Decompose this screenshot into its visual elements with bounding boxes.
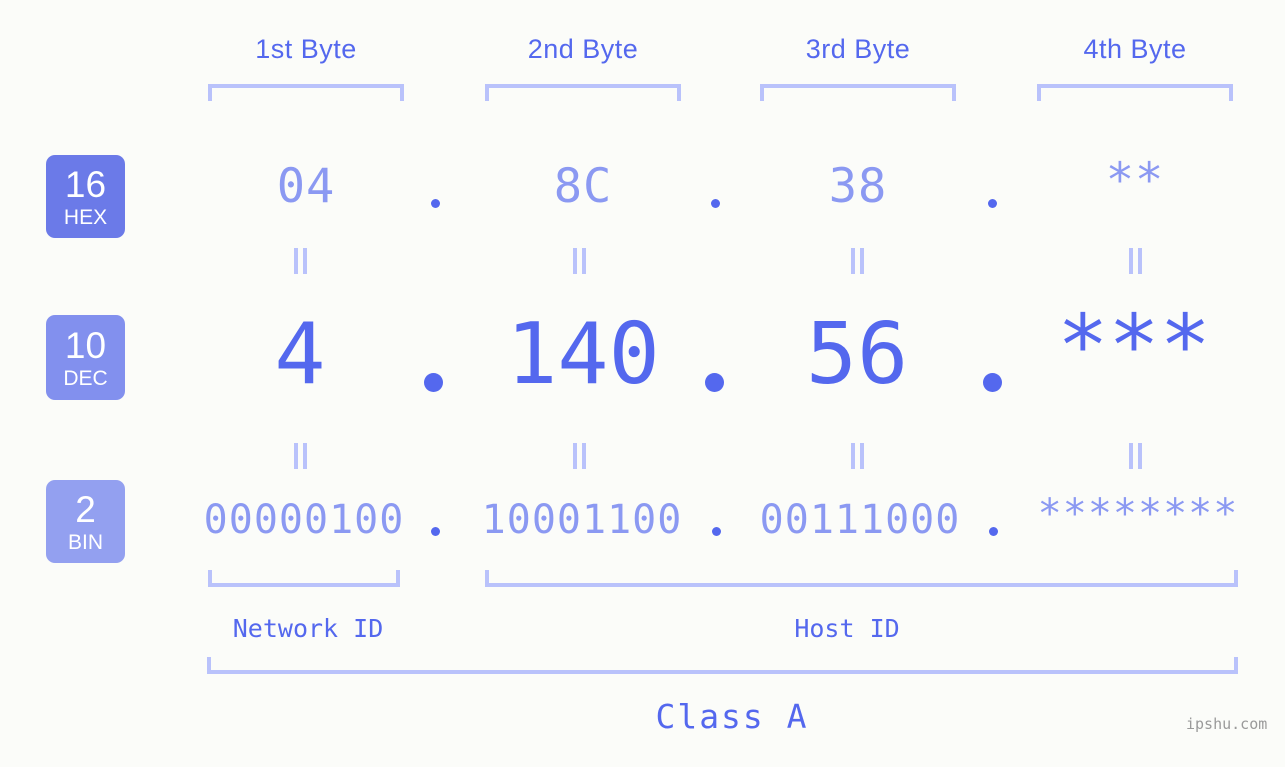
bin-byte-3: 00111000 (759, 497, 961, 543)
bin-byte-4: ******** (1037, 491, 1239, 537)
radix-badge-dec-number: 10 (64, 324, 107, 366)
dec-byte-2: 140 (506, 305, 660, 404)
radix-badge-bin-number: 2 (75, 488, 96, 530)
equals-connector-hex-dec-1 (294, 248, 308, 274)
byte-header-3: 3rd Byte (805, 34, 911, 64)
byte-bracket-2 (485, 84, 681, 101)
dec-separator-dot-3 (983, 373, 1002, 392)
radix-badge-dec: 10 DEC (46, 315, 125, 400)
equals-connector-dec-bin-4 (1129, 443, 1143, 469)
hex-byte-2: 8C (553, 159, 613, 214)
equals-connector-hex-dec-4 (1129, 248, 1143, 274)
hex-byte-3: 38 (828, 159, 888, 214)
equals-connector-hex-dec-2 (573, 248, 587, 274)
ip-byte-breakdown-diagram: 1st Byte 2nd Byte 3rd Byte 4th Byte 16 H… (0, 0, 1285, 767)
equals-connector-dec-bin-2 (573, 443, 587, 469)
radix-badge-dec-name: DEC (63, 366, 108, 390)
bin-byte-1: 00000100 (203, 497, 405, 543)
radix-badge-hex: 16 HEX (46, 155, 125, 238)
byte-header-4: 4th Byte (1083, 34, 1187, 64)
radix-badge-bin: 2 BIN (46, 480, 125, 563)
hex-byte-4: ** (1105, 153, 1165, 208)
bin-separator-dot-1 (431, 527, 440, 536)
hex-separator-dot-2 (711, 199, 720, 208)
network-id-label: Network ID (232, 614, 384, 643)
dec-separator-dot-2 (705, 373, 724, 392)
site-watermark: ipshu.com (1186, 715, 1268, 733)
radix-badge-bin-name: BIN (67, 530, 103, 554)
dec-byte-4: *** (1057, 297, 1211, 396)
equals-connector-hex-dec-3 (851, 248, 865, 274)
network-id-bracket (208, 570, 400, 587)
byte-bracket-1 (208, 84, 404, 101)
byte-header-1: 1st Byte (255, 34, 357, 64)
radix-badge-hex-name: HEX (63, 205, 108, 229)
byte-header-2: 2nd Byte (527, 34, 639, 64)
radix-badge-hex-number: 16 (64, 163, 107, 205)
dec-byte-3: 56 (805, 305, 909, 404)
byte-bracket-3 (760, 84, 956, 101)
hex-separator-dot-1 (431, 199, 440, 208)
dec-separator-dot-1 (424, 373, 443, 392)
class-bracket (207, 657, 1238, 674)
dec-byte-1: 4 (274, 305, 326, 404)
host-id-bracket (485, 570, 1238, 587)
host-id-label: Host ID (794, 614, 900, 643)
hex-separator-dot-3 (988, 199, 997, 208)
bin-byte-2: 10001100 (481, 497, 683, 543)
equals-connector-dec-bin-1 (294, 443, 308, 469)
equals-connector-dec-bin-3 (851, 443, 865, 469)
hex-byte-1: 04 (276, 159, 336, 214)
bin-separator-dot-2 (712, 527, 721, 536)
class-label: Class A (655, 697, 809, 736)
byte-bracket-4 (1037, 84, 1233, 101)
bin-separator-dot-3 (989, 527, 998, 536)
